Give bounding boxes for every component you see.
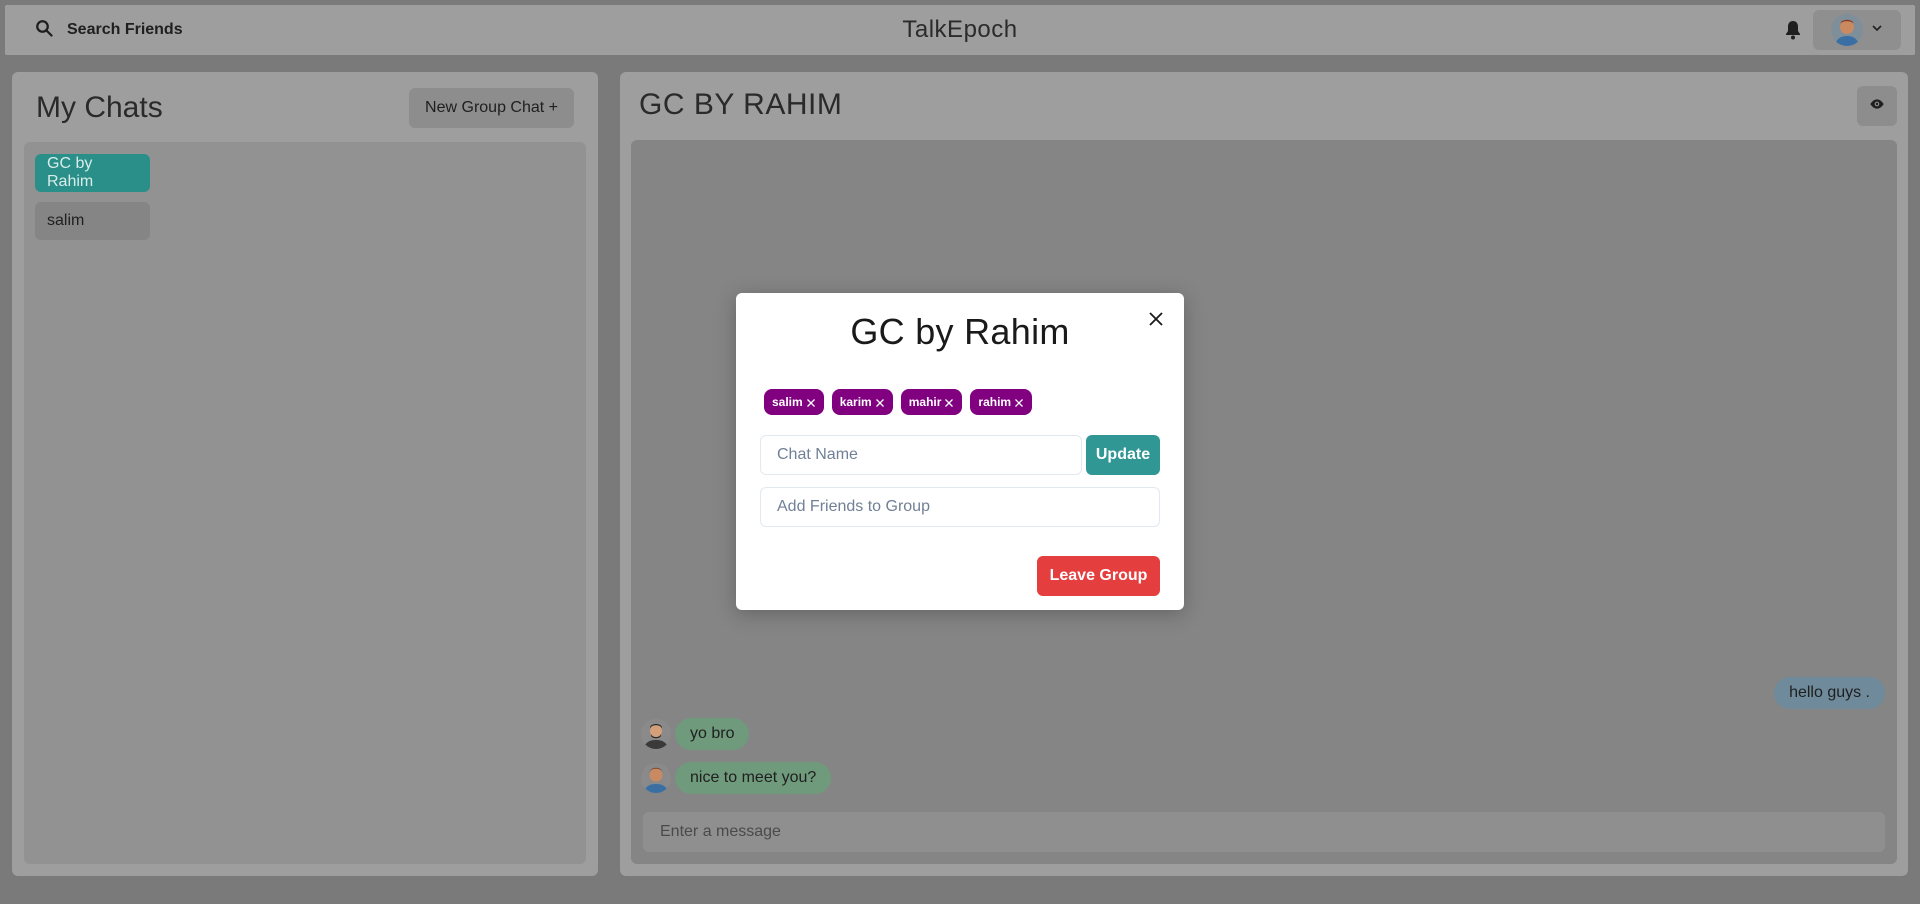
message-row: yo bro bbox=[641, 718, 750, 750]
modal-title: GC by Rahim bbox=[850, 311, 1070, 352]
member-name: mahir bbox=[908, 395, 942, 409]
chat-name-field[interactable] bbox=[760, 435, 1082, 475]
member-badges: salim karim mahir rahim bbox=[764, 389, 1033, 415]
member-name: rahim bbox=[978, 395, 1012, 409]
user-avatar bbox=[1831, 14, 1863, 46]
close-icon[interactable] bbox=[875, 397, 885, 407]
sender-avatar bbox=[641, 719, 671, 749]
sender-avatar bbox=[641, 763, 671, 793]
my-chats-panel: My Chats New Group Chat + GC by Rahim sa… bbox=[12, 72, 598, 876]
close-icon[interactable] bbox=[944, 397, 954, 407]
add-friends-field[interactable] bbox=[760, 487, 1160, 527]
member-name: karim bbox=[839, 395, 872, 409]
message-row: nice to meet you? bbox=[641, 762, 832, 794]
member-badge[interactable]: salim bbox=[764, 389, 824, 415]
message-input[interactable] bbox=[643, 812, 1885, 852]
member-badge[interactable]: mahir bbox=[900, 389, 963, 415]
message-bubble: hello guys . bbox=[1774, 677, 1885, 709]
message-bubble: yo bro bbox=[675, 718, 750, 750]
close-icon[interactable] bbox=[1144, 307, 1168, 331]
view-group-button[interactable] bbox=[1857, 86, 1897, 126]
group-settings-modal: GC by Rahim salim karim mahir rahim Upda… bbox=[736, 293, 1184, 610]
member-badge[interactable]: rahim bbox=[970, 389, 1033, 415]
top-bar: Search Friends TalkEpoch bbox=[5, 5, 1915, 55]
update-button[interactable]: Update bbox=[1086, 435, 1160, 475]
member-name: salim bbox=[772, 395, 803, 409]
search-friends-button[interactable]: Search Friends bbox=[29, 10, 189, 50]
member-badge[interactable]: karim bbox=[831, 389, 893, 415]
chevron-down-icon bbox=[1871, 21, 1883, 39]
close-icon[interactable] bbox=[1014, 397, 1024, 407]
chat-title: GC BY RAHIM bbox=[639, 88, 843, 121]
app-title: TalkEpoch bbox=[902, 16, 1018, 43]
message-bubble: nice to meet you? bbox=[675, 762, 832, 794]
chat-list-item[interactable]: salim bbox=[35, 202, 150, 240]
chat-list: GC by Rahim salim bbox=[24, 142, 586, 864]
bell-icon[interactable] bbox=[1781, 18, 1805, 42]
leave-group-button[interactable]: Leave Group bbox=[1037, 556, 1160, 596]
eye-icon bbox=[1869, 96, 1885, 117]
my-chats-title: My Chats bbox=[36, 91, 163, 124]
user-menu-button[interactable] bbox=[1813, 10, 1901, 50]
chat-list-item[interactable]: GC by Rahim bbox=[35, 154, 150, 192]
search-icon bbox=[35, 19, 53, 42]
search-friends-label: Search Friends bbox=[67, 21, 183, 38]
new-group-chat-button[interactable]: New Group Chat + bbox=[409, 88, 574, 128]
close-icon[interactable] bbox=[806, 397, 816, 407]
